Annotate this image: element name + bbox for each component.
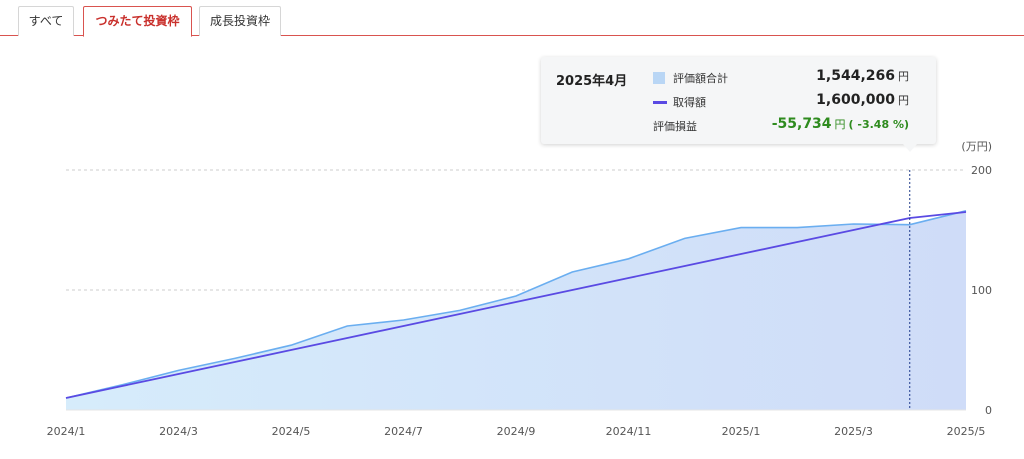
valuation-area (66, 210, 966, 410)
tooltip-value: 1,544,266 円 (816, 68, 909, 84)
x-tick-label: 2025/3 (834, 425, 873, 438)
x-tick-label: 2024/7 (384, 425, 423, 438)
data-tooltip: 2025年4月 評価額合計 1,544,266 円 取得額 1,600,000 円 … (541, 57, 936, 152)
tooltip-label: 評価額合計 (673, 72, 728, 85)
tooltip-label: 評価損益 (653, 120, 697, 133)
x-tick-label: 2025/1 (722, 425, 761, 438)
x-tick-label: 2024/9 (497, 425, 536, 438)
x-tick-label: 2024/5 (272, 425, 311, 438)
x-axis-labels: 2024/1 2024/3 2024/5 2024/7 2024/9 2024/11 202… (47, 425, 986, 438)
area-legend-swatch (653, 72, 665, 84)
y-tick-label: 100 (971, 284, 992, 297)
line-legend-swatch (653, 101, 667, 104)
y-unit-label: (万円) (961, 140, 992, 153)
tooltip-date: 2025年4月 (556, 74, 628, 89)
x-tick-label: 2025/5 (947, 425, 986, 438)
tooltip-row-gainloss: 評価損益 -55,734 円( -3.48 %) (653, 116, 923, 136)
x-tick-label: 2024/3 (159, 425, 198, 438)
y-tick-label: 0 (985, 404, 992, 417)
y-tick-label: 200 (971, 164, 992, 177)
tooltip-row-valuation: 評価額合計 1,544,266 円 (653, 68, 923, 88)
tooltip-label: 取得額 (673, 96, 706, 109)
tooltip-value: -55,734 円( -3.48 %) (771, 116, 909, 132)
tooltip-value: 1,600,000 円 (816, 92, 909, 108)
tooltip-row-acquisition: 取得額 1,600,000 円 (653, 92, 923, 112)
x-tick-label: 2024/1 (47, 425, 86, 438)
x-tick-label: 2024/11 (606, 425, 652, 438)
